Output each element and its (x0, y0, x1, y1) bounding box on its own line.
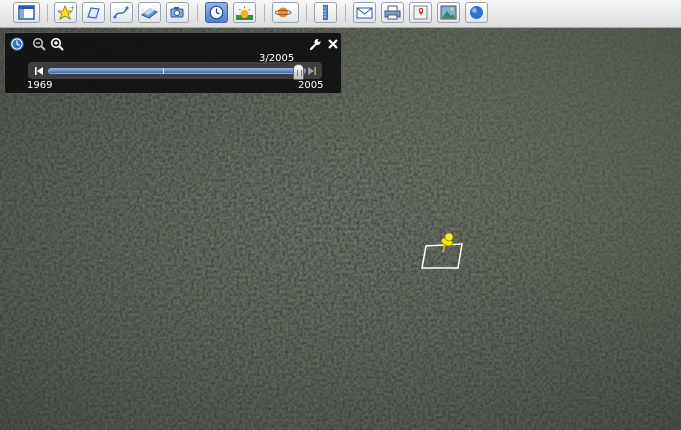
toolbar-separator (197, 4, 198, 22)
svg-text:+: + (70, 5, 74, 12)
add-placemark-button[interactable]: + (54, 2, 77, 23)
placemark-star-icon: + (57, 5, 74, 20)
step-forward-icon[interactable] (307, 66, 317, 76)
path-icon (113, 6, 129, 19)
planet-icon (275, 7, 292, 18)
email-button[interactable] (353, 2, 376, 23)
switch-planet-button[interactable] (272, 2, 299, 23)
sunlight-button[interactable] (233, 2, 256, 23)
toolbar-separator (264, 4, 265, 22)
time-slider-tick (163, 68, 164, 74)
toolbar-separator (345, 4, 346, 22)
add-image-overlay-button[interactable] (138, 2, 161, 23)
historical-imagery-button[interactable] (205, 2, 228, 23)
end-year-label: 2005 (298, 80, 324, 91)
zoom-in-icon[interactable] (50, 37, 64, 51)
sidebar-toggle-button[interactable] (13, 2, 40, 23)
close-icon[interactable] (326, 37, 340, 51)
record-tour-icon (170, 7, 184, 18)
ruler-button[interactable] (314, 2, 337, 23)
time-slider-knob[interactable] (292, 64, 304, 80)
picture-icon (440, 5, 457, 20)
add-path-button[interactable] (110, 2, 133, 23)
polygon-icon (87, 7, 100, 19)
record-tour-button[interactable] (166, 2, 189, 23)
sidebar-icon (18, 5, 35, 20)
add-polygon-button[interactable] (82, 2, 105, 23)
time-slider-track[interactable] (48, 68, 306, 74)
image-overlay-icon (141, 8, 158, 19)
clock-icon (209, 5, 224, 20)
globe-icon (470, 6, 483, 19)
envelope-icon (356, 7, 373, 19)
sunrise-icon (236, 6, 253, 20)
save-image-button[interactable] (437, 2, 460, 23)
view-in-maps-button[interactable] (409, 2, 432, 23)
printer-icon (384, 5, 401, 20)
ruler-icon (323, 5, 328, 20)
map-icon (413, 5, 428, 20)
historical-imagery-panel: 3/2005 1969 2005 (4, 32, 342, 94)
print-button[interactable] (381, 2, 404, 23)
earth-gallery-button[interactable] (465, 2, 488, 23)
start-year-label: 1969 (27, 80, 53, 91)
clock-icon[interactable] (10, 37, 24, 51)
step-back-icon[interactable] (34, 66, 44, 76)
toolbar-separator (47, 4, 48, 22)
zoom-out-icon[interactable] (32, 37, 46, 51)
toolbar: + (0, 0, 681, 28)
settings-wrench-icon[interactable] (308, 37, 322, 51)
toolbar-separator (306, 4, 307, 22)
